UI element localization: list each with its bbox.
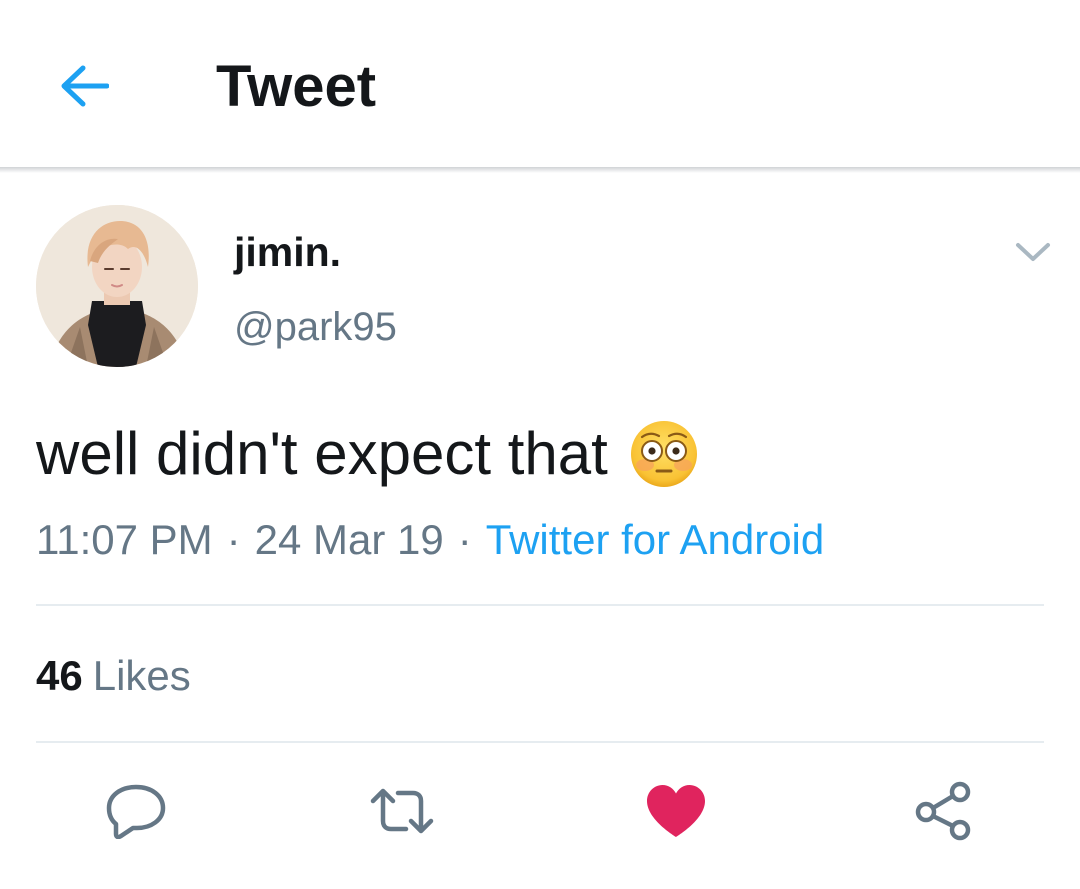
divider	[36, 741, 1044, 743]
share-button[interactable]	[904, 776, 984, 846]
tweet-menu-button[interactable]	[1008, 230, 1058, 274]
tweet-text: well didn't expect that	[36, 420, 608, 487]
likes-label: Likes	[92, 652, 191, 699]
chevron-down-icon	[1016, 243, 1050, 261]
retweet-icon	[370, 788, 434, 834]
page-title: Tweet	[216, 54, 377, 119]
app-header: Tweet	[0, 0, 1080, 167]
likes-count: 46	[36, 652, 83, 699]
tweet-body: well didn't expect that	[36, 412, 700, 496]
user-handle[interactable]: @park95	[234, 300, 397, 354]
meta-separator: ·	[457, 516, 472, 563]
divider	[36, 604, 1044, 606]
tweet-date: 24 Mar 19	[254, 516, 444, 563]
reply-icon	[106, 784, 166, 839]
display-name[interactable]: jimin.	[234, 225, 341, 279]
avatar[interactable]	[36, 205, 198, 367]
header-divider	[0, 167, 1080, 173]
back-button[interactable]	[52, 56, 116, 116]
avatar-image	[36, 205, 198, 367]
meta-separator: ·	[226, 516, 241, 563]
heart-icon	[647, 785, 705, 837]
likes-stat[interactable]: 46 Likes	[36, 648, 191, 704]
tweet-time: 11:07 PM	[36, 516, 213, 563]
retweet-button[interactable]	[362, 776, 442, 846]
flushed-face-emoji	[630, 421, 697, 487]
tweet-source-link[interactable]: Twitter for Android	[486, 516, 824, 564]
reply-button[interactable]	[96, 776, 176, 846]
share-icon	[915, 781, 971, 841]
like-button[interactable]	[636, 776, 716, 846]
tweet-meta: 11:07 PM · 24 Mar 19 · Twitter for Andro…	[36, 510, 824, 570]
arrow-left-icon	[61, 65, 109, 107]
